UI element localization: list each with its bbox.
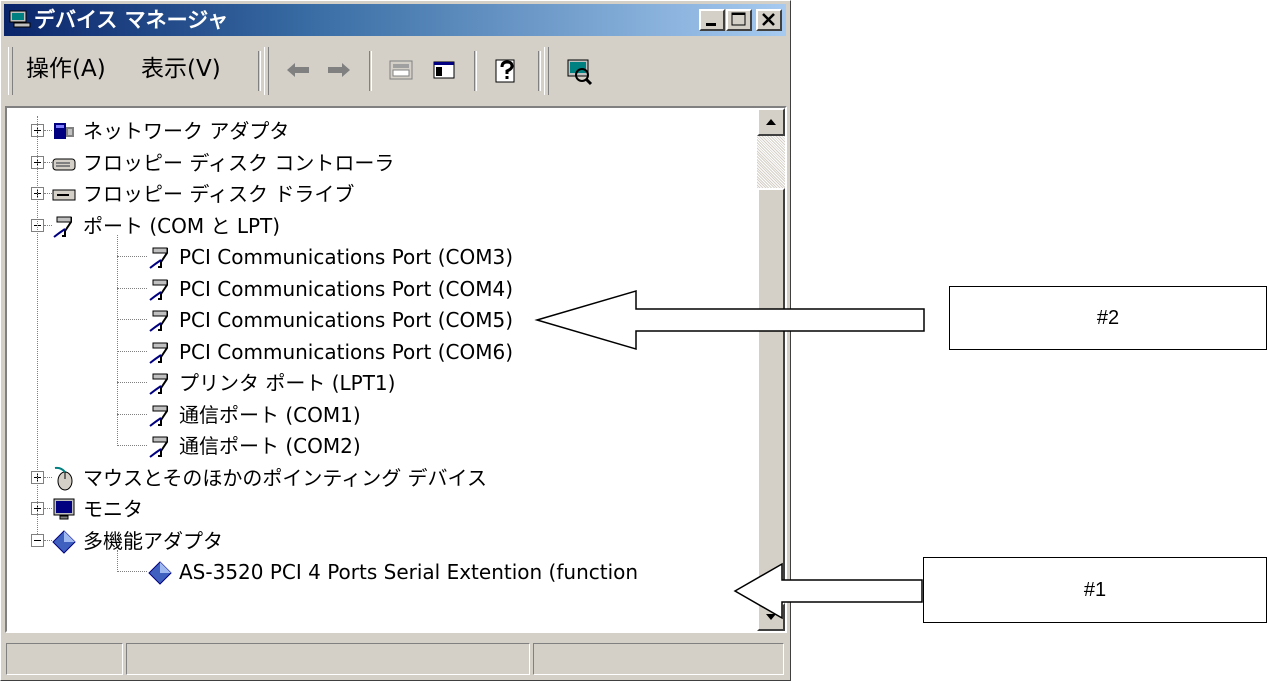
annotation-box-1: #1 xyxy=(923,557,1267,623)
arrow-to-com5 xyxy=(534,289,925,351)
annotation-box-2: #2 xyxy=(949,286,1267,350)
arrow-to-multifunction-device xyxy=(733,562,923,620)
